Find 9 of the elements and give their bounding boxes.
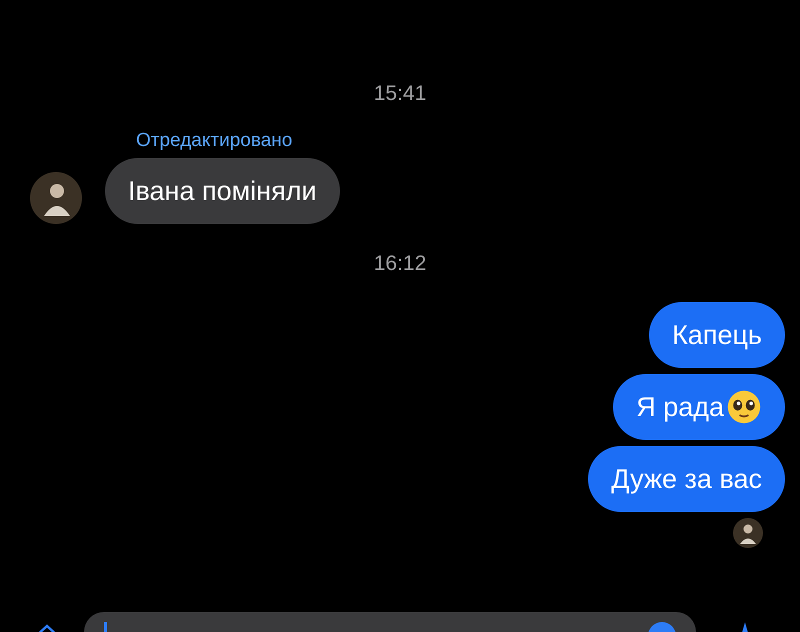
timestamp: 15:41 bbox=[374, 82, 426, 106]
message-bubble[interactable]: Капець bbox=[649, 302, 785, 368]
message-bubble[interactable]: Дуже за вас bbox=[588, 446, 785, 512]
message-bubble[interactable]: Я рада bbox=[613, 374, 785, 440]
message-input[interactable] bbox=[84, 612, 696, 632]
edited-label: Отредактировано bbox=[136, 130, 294, 152]
avatar-icon[interactable] bbox=[30, 172, 82, 224]
message-bubble[interactable]: Івана поміняли bbox=[105, 158, 340, 224]
timestamp: 16:12 bbox=[374, 252, 426, 276]
